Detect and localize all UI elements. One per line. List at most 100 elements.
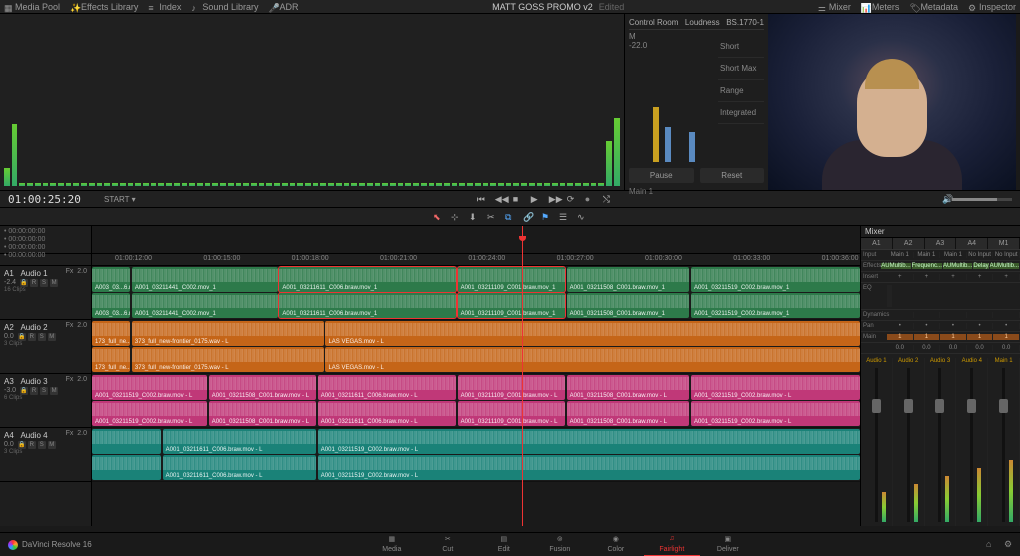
mixer-cell[interactable] [993, 312, 1020, 318]
mixer-cell[interactable]: • [887, 323, 914, 329]
clip[interactable]: LAS VEGAS.mov - L [325, 347, 860, 372]
track-header-A4[interactable]: A4 Audio 4Fx 2.0 0.0 🔒RSM 3 Clips [0, 428, 91, 482]
mixer-cell[interactable]: AUMultib... [990, 263, 1020, 269]
link-tool[interactable]: 🔗 [523, 212, 533, 222]
mixer-strip-M1[interactable]: M1 [988, 238, 1020, 249]
eq-curve[interactable] [891, 285, 892, 307]
media-pool-button[interactable]: ▦Media Pool [4, 2, 60, 12]
track-btn-S[interactable]: S [38, 333, 46, 341]
clip[interactable]: A001_03211508_C001.braw.mov - L [567, 375, 690, 400]
inspector-button[interactable]: ⚙Inspector [968, 2, 1016, 12]
mixer-cell[interactable] [887, 312, 914, 318]
clip[interactable]: A003_03...6.mov_1 [92, 267, 130, 292]
track-btn-M[interactable]: M [48, 441, 56, 449]
clip[interactable]: A001_03211109_C001.braw.mov_1 [458, 267, 566, 292]
clip[interactable]: A001_03211519_C002.braw.mov - L [691, 375, 860, 400]
clip[interactable]: LAS VEGAS.mov - L [325, 321, 860, 346]
track-header-A2[interactable]: A2 Audio 2Fx 2.0 0.0 🔒RSM 3 Clips [0, 320, 91, 374]
loop-button[interactable]: ⟳ [567, 194, 577, 204]
marker-tool[interactable]: ⬇ [469, 212, 479, 222]
mixer-cell[interactable]: 0.0 [967, 345, 994, 351]
clip[interactable] [92, 429, 161, 454]
settings-button[interactable]: ⚙ [1004, 539, 1016, 551]
volume-slider[interactable] [952, 198, 1012, 201]
track-row-A1[interactable]: A003_03...6.mov_1A003_03...6.mov_1A001_0… [92, 266, 860, 320]
prev-button[interactable]: ◀◀ [495, 194, 505, 204]
clip[interactable]: A001_03211109_C001.braw.mov_1 [458, 293, 566, 318]
nav-page-cut[interactable]: ✂Cut [420, 533, 476, 556]
mixer-strip-A3[interactable]: A3 [925, 238, 957, 249]
clip[interactable]: A001_03211109_C001.braw.mov - L [458, 401, 566, 426]
clip[interactable]: A001_03211611_C006.braw.mov - L [318, 375, 456, 400]
start-dropdown[interactable]: START ▾ [92, 195, 148, 204]
clip[interactable]: A001_03211508_C001.braw.mov_1 [567, 267, 690, 292]
mixer-cell[interactable]: No Input [967, 252, 994, 258]
clip[interactable]: A001_03211611_C006.braw.mov_1 [279, 293, 456, 318]
mixer-cell[interactable]: Main 1 [914, 252, 941, 258]
flag-tool[interactable]: ⚑ [541, 212, 551, 222]
clip[interactable]: A001_03211519_C002.braw.mov - L [691, 401, 860, 426]
mixer-cell[interactable]: + [914, 274, 941, 280]
mixer-cell[interactable]: 0.0 [993, 345, 1020, 351]
track-btn-R[interactable]: R [30, 279, 38, 287]
rewind-button[interactable]: ⏮ [477, 194, 487, 204]
clip[interactable] [92, 455, 161, 480]
nav-page-color[interactable]: ◉Color [588, 533, 644, 556]
mixer-cell[interactable]: 1 [993, 334, 1020, 340]
automation-tool[interactable]: ∿ [577, 212, 587, 222]
clip[interactable]: A001_03211109_C001.braw.mov - L [458, 375, 566, 400]
mixer-cell[interactable] [967, 312, 994, 318]
fader-Audio 4[interactable]: Audio 4 [956, 358, 988, 526]
clip[interactable]: A001_03211611_C006.braw.mov_1 [279, 267, 456, 292]
mixer-cell[interactable]: + [940, 274, 967, 280]
clip[interactable]: 173_full_ne... [92, 347, 130, 372]
playhead[interactable] [522, 226, 523, 526]
adr-button[interactable]: 🎤ADR [268, 2, 298, 12]
mixer-cell[interactable]: 1 [914, 334, 941, 340]
mixer-cell[interactable]: Frequenc... [912, 263, 943, 269]
clip[interactable]: A001_03211508_C001.braw.mov - L [209, 375, 317, 400]
mixer-cell[interactable]: 1 [967, 334, 994, 340]
track-btn-🔒[interactable]: 🔒 [20, 279, 28, 287]
mixer-cell[interactable]: • [914, 323, 941, 329]
track-btn-S[interactable]: S [40, 387, 48, 395]
razor-tool[interactable]: ✂ [487, 212, 497, 222]
nav-page-edit[interactable]: ▤Edit [476, 533, 532, 556]
record-button[interactable]: ● [585, 194, 595, 204]
track-btn-R[interactable]: R [28, 333, 36, 341]
metadata-button[interactable]: 🏷Metadata [909, 2, 958, 12]
mixer-button[interactable]: ⚌Mixer [818, 2, 851, 12]
mixer-cell[interactable]: 1 [940, 334, 967, 340]
meters-button[interactable]: 📊Meters [861, 2, 900, 12]
stop-button[interactable]: ■ [513, 194, 523, 204]
track-btn-🔒[interactable]: 🔒 [18, 333, 26, 341]
track-row-A4[interactable]: A001_03211611_C006.braw.mov - LA001_0321… [92, 428, 860, 482]
track-btn-🔒[interactable]: 🔒 [18, 441, 26, 449]
mixer-cell[interactable]: 1 [887, 334, 914, 340]
fader-knob[interactable] [967, 399, 976, 413]
clip[interactable]: 373_full_new-frontier_0175.wav - L [132, 347, 324, 372]
clip[interactable]: 373_full_new-frontier_0175.wav - L [132, 321, 324, 346]
track-row-A2[interactable]: 173_full_ne...173_full_ne...373_full_new… [92, 320, 860, 374]
clip[interactable]: A001_03211611_C006.braw.mov - L [163, 455, 317, 480]
fader-Main 1[interactable]: Main 1 [988, 358, 1020, 526]
clip[interactable]: A001_03211508_C001.braw.mov - L [567, 401, 690, 426]
reset-button[interactable]: Reset [700, 168, 765, 183]
volume-icon[interactable]: 🔊 [942, 194, 952, 204]
mixer-cell[interactable]: • [967, 323, 994, 329]
range-tool[interactable]: ⊹ [451, 212, 461, 222]
mixer-strip-A2[interactable]: A2 [893, 238, 925, 249]
clip[interactable]: A001_03211611_C006.braw.mov - L [318, 401, 456, 426]
mixer-cell[interactable]: 0.0 [940, 345, 967, 351]
timecode-display[interactable]: 01:00:25:20 [0, 193, 92, 206]
fader-knob[interactable] [872, 399, 881, 413]
mixer-cell[interactable]: AUMultib... [881, 263, 911, 269]
clip[interactable]: A001_03211519_C002.braw.mov - L [92, 401, 207, 426]
pause-button[interactable]: Pause [629, 168, 694, 183]
shuffle-button[interactable]: ⤭ [603, 194, 613, 204]
track-btn-S[interactable]: S [38, 441, 46, 449]
pointer-tool[interactable]: ⬉ [433, 212, 443, 222]
home-button[interactable]: ⌂ [986, 539, 998, 551]
track-btn-M[interactable]: M [50, 387, 58, 395]
nav-page-fairlight[interactable]: ♫Fairlight [644, 533, 700, 556]
